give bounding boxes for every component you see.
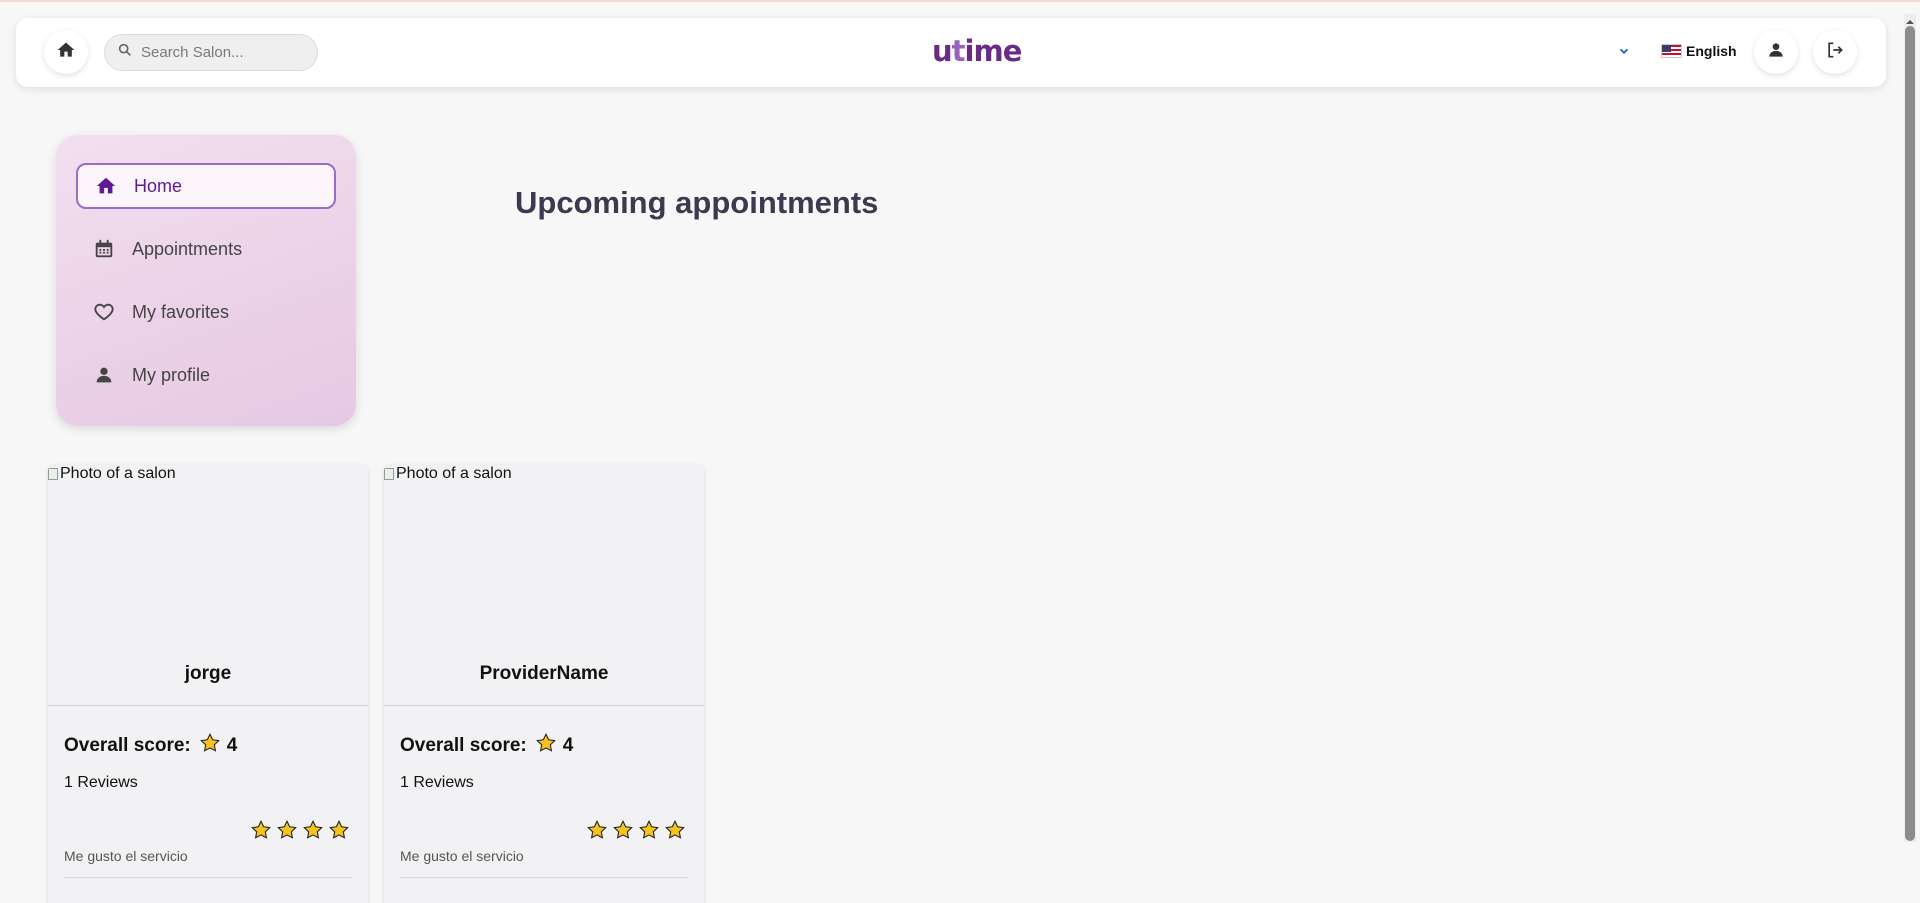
scroll-up-arrow-icon[interactable] [1905,14,1915,24]
overall-score: Overall score: 4 [64,732,237,760]
divider [384,705,704,706]
review-count: 1 Reviews [64,774,138,791]
page-title: Upcoming appointments [515,185,879,220]
sidebar-item-profile[interactable]: My profile [76,352,336,398]
language-label: English [1686,43,1737,59]
sidebar-item-home[interactable]: Home [76,163,336,209]
logout-button[interactable] [1813,30,1857,74]
divider [400,877,688,878]
calendar-icon [92,237,116,261]
provider-name: jorge [184,663,232,684]
search-input[interactable] [141,44,301,61]
home-icon [56,40,76,65]
logo[interactable]: utime [932,34,1022,74]
star-icon [199,732,221,760]
search-bar[interactable] [104,34,318,71]
search-icon [117,42,133,63]
review-count: 1 Reviews [400,774,474,791]
review-comment: Me gusto el servicio [64,848,188,864]
star-icon [535,732,557,760]
rating-star-icon [586,819,608,846]
sidebar-nav: Home Appointments My favorites My profil… [56,135,356,426]
rating-stars [250,819,350,846]
person-icon [92,363,116,387]
rating-star-icon [612,819,634,846]
account-button[interactable] [1754,30,1798,74]
logout-icon [1825,40,1845,65]
chevron-down-icon[interactable] [1617,44,1631,63]
rating-stars [586,819,686,846]
broken-image-icon [48,468,58,480]
rating-star-icon [276,819,298,846]
home-icon [94,174,118,198]
home-button[interactable] [44,30,88,74]
overall-score: Overall score: 4 [400,732,573,760]
scrollbar-thumb[interactable] [1905,26,1915,841]
rating-star-icon [638,819,660,846]
heart-icon [92,300,116,324]
rating-star-icon [250,819,272,846]
salon-photo: Photo of a salon [384,465,704,645]
rating-star-icon [302,819,324,846]
provider-name: ProviderName [479,663,609,684]
salon-photo: Photo of a salon [48,465,368,645]
rating-star-icon [328,819,350,846]
rating-star-icon [664,819,686,846]
divider [64,877,352,878]
salon-card[interactable]: Photo of a salon ProviderName Overall sc… [384,465,704,903]
review-comment: Me gusto el servicio [400,848,524,864]
sidebar-item-appointments[interactable]: Appointments [76,226,336,272]
top-accent-line [0,0,1920,2]
broken-image-icon [384,468,394,480]
sidebar-item-favorites[interactable]: My favorites [76,289,336,335]
divider [48,705,368,706]
account-icon [1766,40,1786,65]
flag-us-icon [1661,44,1682,58]
language-selector[interactable]: English [1661,43,1737,59]
salon-card[interactable]: Photo of a salon jorge Overall score: 4 … [48,465,368,903]
top-bar: utime English [16,18,1886,87]
